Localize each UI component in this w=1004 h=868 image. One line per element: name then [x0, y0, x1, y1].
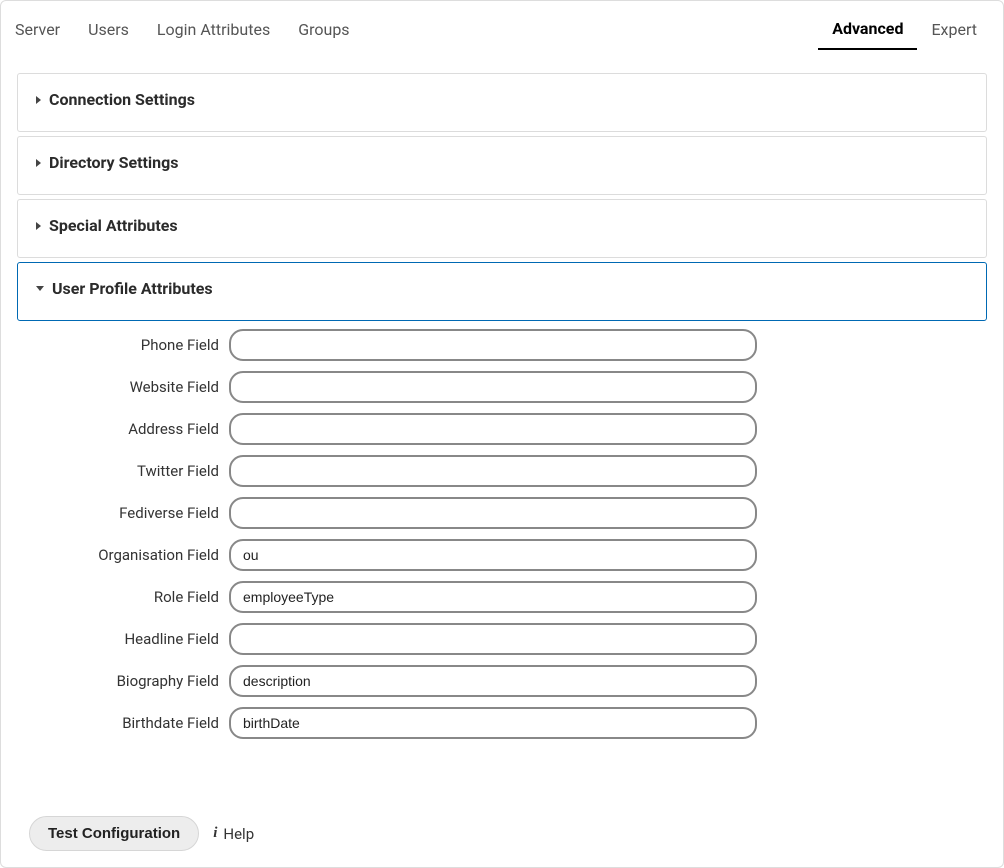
- row-website: Website Field: [17, 371, 987, 403]
- label-role: Role Field: [17, 588, 229, 606]
- section-title-special: Special Attributes: [49, 216, 178, 235]
- row-biography: Biography Field: [17, 665, 987, 697]
- input-biography[interactable]: [229, 665, 757, 697]
- label-birthdate: Birthdate Field: [17, 714, 229, 732]
- footer: Test Configuration i Help: [29, 816, 254, 851]
- row-headline: Headline Field: [17, 623, 987, 655]
- info-icon: i: [213, 826, 217, 841]
- help-label: Help: [223, 825, 254, 843]
- label-phone: Phone Field: [17, 336, 229, 354]
- input-role[interactable]: [229, 581, 757, 613]
- section-header-directory[interactable]: Directory Settings: [36, 153, 968, 172]
- input-organisation[interactable]: [229, 539, 757, 571]
- section-header-user-profile[interactable]: User Profile Attributes: [36, 279, 968, 298]
- label-headline: Headline Field: [17, 630, 229, 648]
- section-user-profile-attributes: User Profile Attributes: [17, 262, 987, 321]
- input-fediverse[interactable]: [229, 497, 757, 529]
- row-address: Address Field: [17, 413, 987, 445]
- row-role: Role Field: [17, 581, 987, 613]
- ldap-settings-panel: Server Users Login Attributes Groups Adv…: [0, 0, 1004, 868]
- test-configuration-button[interactable]: Test Configuration: [29, 816, 199, 851]
- section-directory-settings: Directory Settings: [17, 136, 987, 195]
- user-profile-form: Phone Field Website Field Address Field …: [13, 329, 991, 739]
- row-organisation: Organisation Field: [17, 539, 987, 571]
- row-birthdate: Birthdate Field: [17, 707, 987, 739]
- tab-login-attributes[interactable]: Login Attributes: [143, 12, 284, 49]
- tab-server[interactable]: Server: [13, 12, 74, 49]
- label-address: Address Field: [17, 420, 229, 438]
- label-twitter: Twitter Field: [17, 462, 229, 480]
- label-website: Website Field: [17, 378, 229, 396]
- caret-right-icon: [36, 159, 41, 167]
- tab-bar: Server Users Login Attributes Groups Adv…: [13, 11, 991, 49]
- tab-users[interactable]: Users: [74, 12, 143, 49]
- input-address[interactable]: [229, 413, 757, 445]
- tab-groups[interactable]: Groups: [284, 12, 363, 49]
- label-fediverse: Fediverse Field: [17, 504, 229, 522]
- input-birthdate[interactable]: [229, 707, 757, 739]
- sections-container: Connection Settings Directory Settings S…: [13, 73, 991, 321]
- input-twitter[interactable]: [229, 455, 757, 487]
- tab-expert[interactable]: Expert: [917, 12, 991, 49]
- caret-right-icon: [36, 96, 41, 104]
- row-phone: Phone Field: [17, 329, 987, 361]
- section-header-connection[interactable]: Connection Settings: [36, 90, 968, 109]
- section-special-attributes: Special Attributes: [17, 199, 987, 258]
- section-title-user-profile: User Profile Attributes: [52, 279, 213, 298]
- input-phone[interactable]: [229, 329, 757, 361]
- section-title-connection: Connection Settings: [49, 90, 195, 109]
- input-website[interactable]: [229, 371, 757, 403]
- help-link[interactable]: i Help: [213, 825, 254, 843]
- row-fediverse: Fediverse Field: [17, 497, 987, 529]
- section-connection-settings: Connection Settings: [17, 73, 987, 132]
- tab-advanced[interactable]: Advanced: [818, 11, 917, 50]
- caret-right-icon: [36, 222, 41, 230]
- row-twitter: Twitter Field: [17, 455, 987, 487]
- label-organisation: Organisation Field: [17, 546, 229, 564]
- section-title-directory: Directory Settings: [49, 153, 178, 172]
- caret-down-icon: [36, 286, 44, 291]
- label-biography: Biography Field: [17, 672, 229, 690]
- input-headline[interactable]: [229, 623, 757, 655]
- section-header-special[interactable]: Special Attributes: [36, 216, 968, 235]
